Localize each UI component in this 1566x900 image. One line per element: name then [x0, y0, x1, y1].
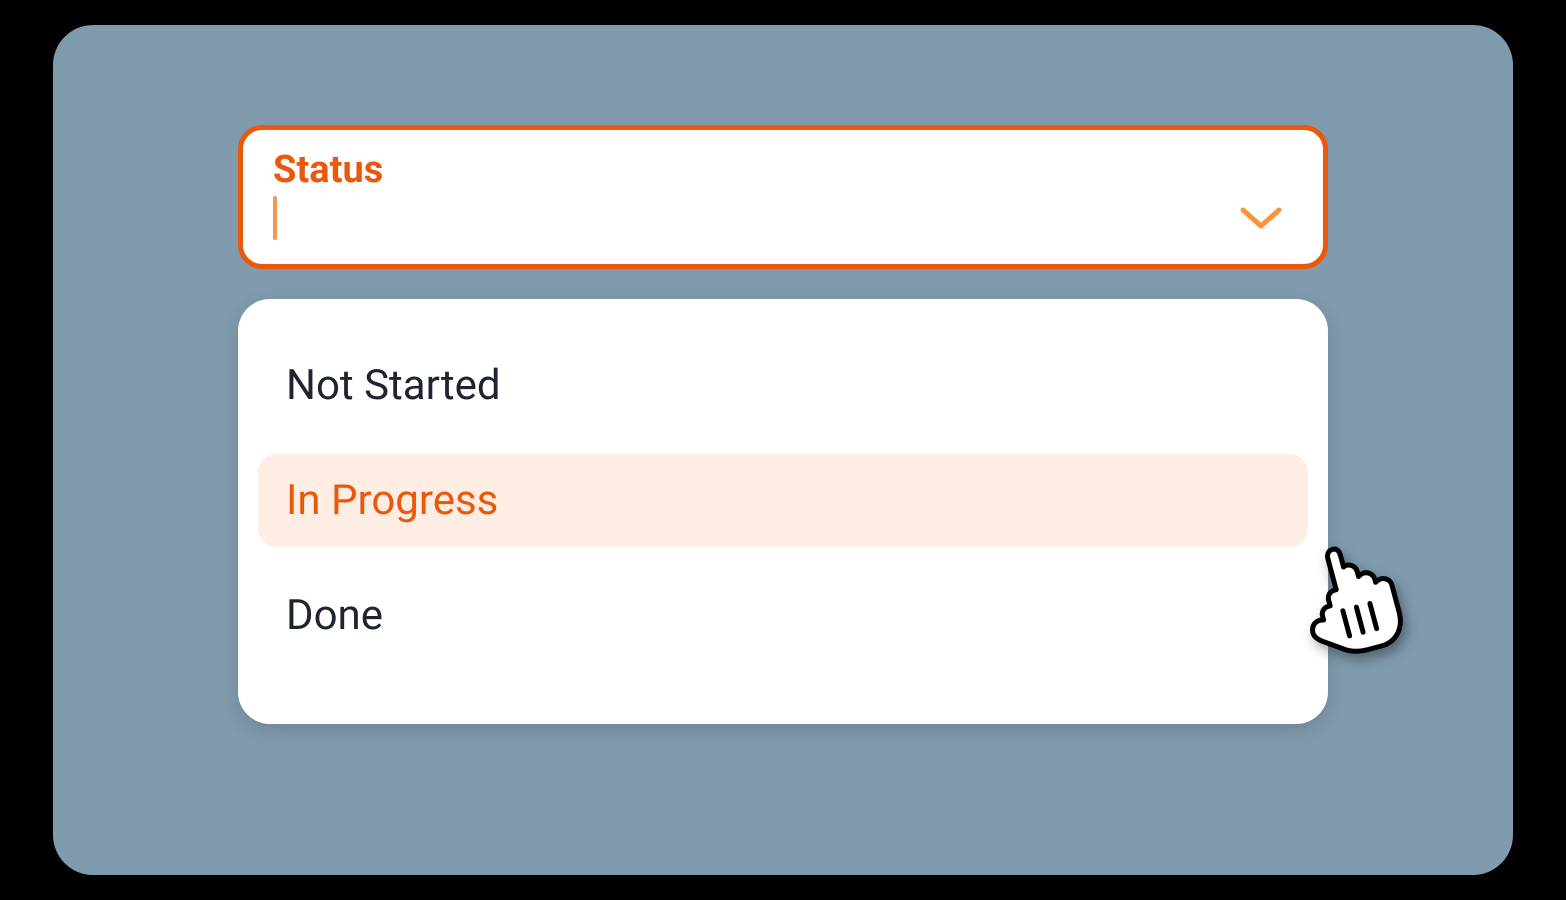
option-label: Not Started	[286, 361, 501, 410]
chevron-down-icon[interactable]	[1239, 204, 1283, 232]
option-done[interactable]: Done	[258, 569, 1308, 662]
select-value-row	[273, 196, 1293, 240]
canvas: Status Not Started In Progress Done	[53, 25, 1513, 875]
option-not-started[interactable]: Not Started	[258, 339, 1308, 432]
select-label: Status	[273, 148, 1293, 192]
option-label: Done	[286, 591, 383, 640]
option-in-progress[interactable]: In Progress	[258, 454, 1308, 547]
status-select-field[interactable]: Status	[238, 125, 1328, 269]
option-label: In Progress	[286, 476, 498, 525]
text-cursor-caret	[273, 196, 277, 240]
dropdown-panel: Not Started In Progress Done	[238, 299, 1328, 724]
